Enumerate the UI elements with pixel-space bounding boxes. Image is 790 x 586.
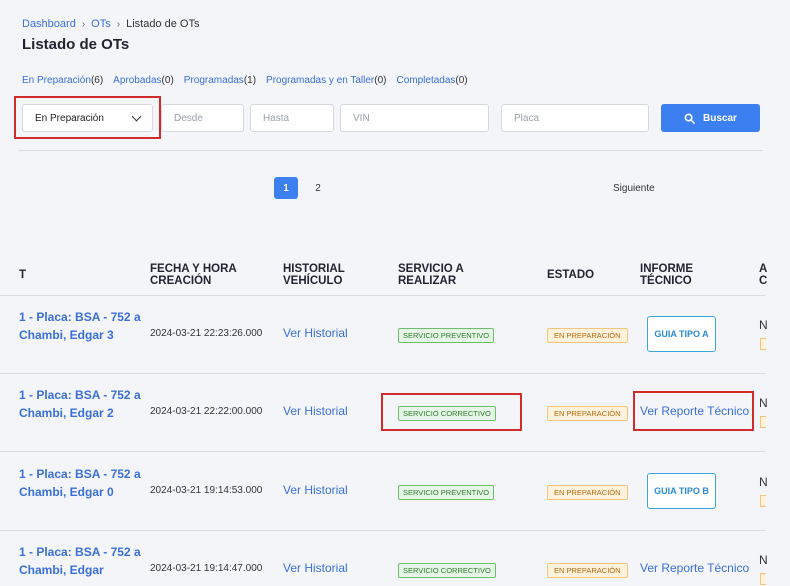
breadcrumb-dashboard-link[interactable]: Dashboard (22, 18, 76, 30)
page-2-button[interactable]: 2 (306, 177, 330, 199)
table-row: 1 - Placa: BSA - 752 a Chambi, Edgar 3 2… (0, 296, 790, 374)
ver-historial-link[interactable]: Ver Historial (283, 483, 348, 497)
cut-badge (760, 495, 766, 507)
page-1-button[interactable]: 1 (274, 177, 298, 199)
tab-label: Aprobadas (113, 75, 162, 86)
hasta-placeholder: Hasta (263, 112, 290, 124)
highlight-box (381, 393, 522, 431)
pagination: 1 2 (274, 177, 330, 199)
ver-historial-link[interactable]: Ver Historial (283, 326, 348, 340)
desde-field[interactable]: Desde (161, 104, 244, 132)
table-row: 1 - Placa: BSA - 752 a Chambi, Edgar 0 2… (0, 453, 790, 531)
status-badge: EN PREPARACIÓN (547, 328, 628, 343)
cut-badge (760, 416, 766, 428)
status-badge: EN PREPARACIÓN (547, 485, 628, 500)
header-historial: HISTORIAL VEHÍCULO (283, 263, 345, 287)
header-estado: ESTADO (547, 269, 595, 281)
divider (18, 150, 763, 151)
ver-reporte-tecnico-link[interactable]: Ver Reporte Técnico (640, 561, 749, 575)
tab-count: (0) (374, 75, 387, 86)
highlight-box (633, 391, 754, 431)
tab-label: Completadas (396, 75, 456, 86)
breadcrumb: Dashboard › OTs › Listado de OTs (22, 18, 199, 30)
fecha-cell: 2024-03-21 19:14:47.000 (150, 563, 263, 574)
search-icon (684, 113, 695, 124)
table-header: T FECHA Y HORA CREACIÓN HISTORIAL VEHÍCU… (0, 262, 790, 296)
ot-link[interactable]: 1 - Placa: BSA - 752 a Chambi, Edgar (19, 543, 149, 579)
cut-cell: N (759, 396, 768, 410)
status-badge: EN PREPARACIÓN (547, 406, 628, 421)
header-fecha: FECHA Y HORA CREACIÓN (150, 263, 237, 287)
fecha-cell: 2024-03-21 22:23:26.000 (150, 328, 263, 339)
cut-badge (760, 338, 766, 350)
header-ot: T (19, 269, 27, 281)
cut-cell: N (759, 475, 768, 489)
service-badge: SERVICIO PREVENTIVO (398, 328, 495, 343)
ot-link[interactable]: 1 - Placa: BSA - 752 a Chambi, Edgar 0 (19, 465, 149, 501)
ot-link[interactable]: 1 - Placa: BSA - 752 a Chambi, Edgar 3 (19, 308, 149, 344)
hasta-field[interactable]: Hasta (250, 104, 334, 132)
tab-label: En Preparación (22, 75, 91, 86)
tab-aprobadas[interactable]: Aprobadas(0) (113, 75, 174, 86)
service-badge: SERVICIO CORRECTIVO (398, 563, 496, 578)
vin-field[interactable]: VIN (340, 104, 489, 132)
breadcrumb-ots-link[interactable]: OTs (91, 18, 111, 30)
cut-badge (760, 573, 766, 585)
guide-button-label: GUIA TIPO B (654, 486, 709, 496)
cut-cell: N (759, 553, 768, 567)
service-badge: SERVICIO PREVENTIVO (398, 485, 495, 500)
breadcrumb-current: Listado de OTs (126, 18, 200, 30)
desde-placeholder: Desde (174, 112, 203, 124)
highlight-box (14, 96, 161, 139)
tab-completadas[interactable]: Completadas(0) (396, 75, 467, 86)
fecha-cell: 2024-03-21 19:14:53.000 (150, 485, 263, 496)
tab-count: (1) (243, 75, 257, 86)
guia-tipo-b-button[interactable]: GUIA TIPO B (647, 473, 716, 509)
header-servicio: SERVICIO A REALIZAR (398, 263, 464, 287)
ot-link[interactable]: 1 - Placa: BSA - 752 a Chambi, Edgar 2 (19, 386, 149, 422)
tab-label: Programadas (183, 75, 244, 86)
tab-count: (0) (455, 75, 468, 86)
cut-cell: N (759, 318, 768, 332)
status-badge: EN PREPARACIÓN (547, 563, 628, 578)
chevron-right-icon: › (81, 18, 86, 30)
tab-label: Programadas y en Taller (266, 75, 375, 86)
ver-historial-link[interactable]: Ver Historial (283, 561, 348, 575)
page-title: Listado de OTs (22, 36, 130, 53)
ver-historial-link[interactable]: Ver Historial (283, 404, 348, 418)
header-cut-column: A C (759, 263, 768, 287)
header-informe: INFORME TÉCNICO (640, 263, 694, 287)
row-divider (0, 451, 765, 452)
table-row: 1 - Placa: BSA - 752 a Chambi, Edgar 202… (0, 531, 790, 586)
guide-button-label: GUIA TIPO A (654, 329, 709, 339)
search-button[interactable]: Buscar (661, 104, 760, 132)
placa-field[interactable]: Placa (501, 104, 649, 132)
vin-placeholder: VIN (353, 112, 370, 124)
fecha-cell: 2024-03-21 22:22:00.000 (150, 406, 263, 417)
status-tabs: En Preparación(6) Aprobadas(0) Programad… (22, 75, 468, 86)
tab-programadas-taller[interactable]: Programadas y en Taller(0) (266, 75, 386, 86)
chevron-right-icon: › (116, 18, 121, 30)
tab-en-preparacion[interactable]: En Preparación(6) (22, 75, 103, 86)
next-page-link[interactable]: Siguiente (613, 183, 655, 194)
placa-placeholder: Placa (514, 112, 540, 124)
tab-count: (0) (161, 75, 174, 86)
tab-programadas[interactable]: Programadas(1) (184, 75, 256, 86)
tab-count: (6) (90, 75, 104, 86)
guia-tipo-a-button[interactable]: GUIA TIPO A (647, 316, 716, 352)
search-button-label: Buscar (703, 112, 737, 124)
